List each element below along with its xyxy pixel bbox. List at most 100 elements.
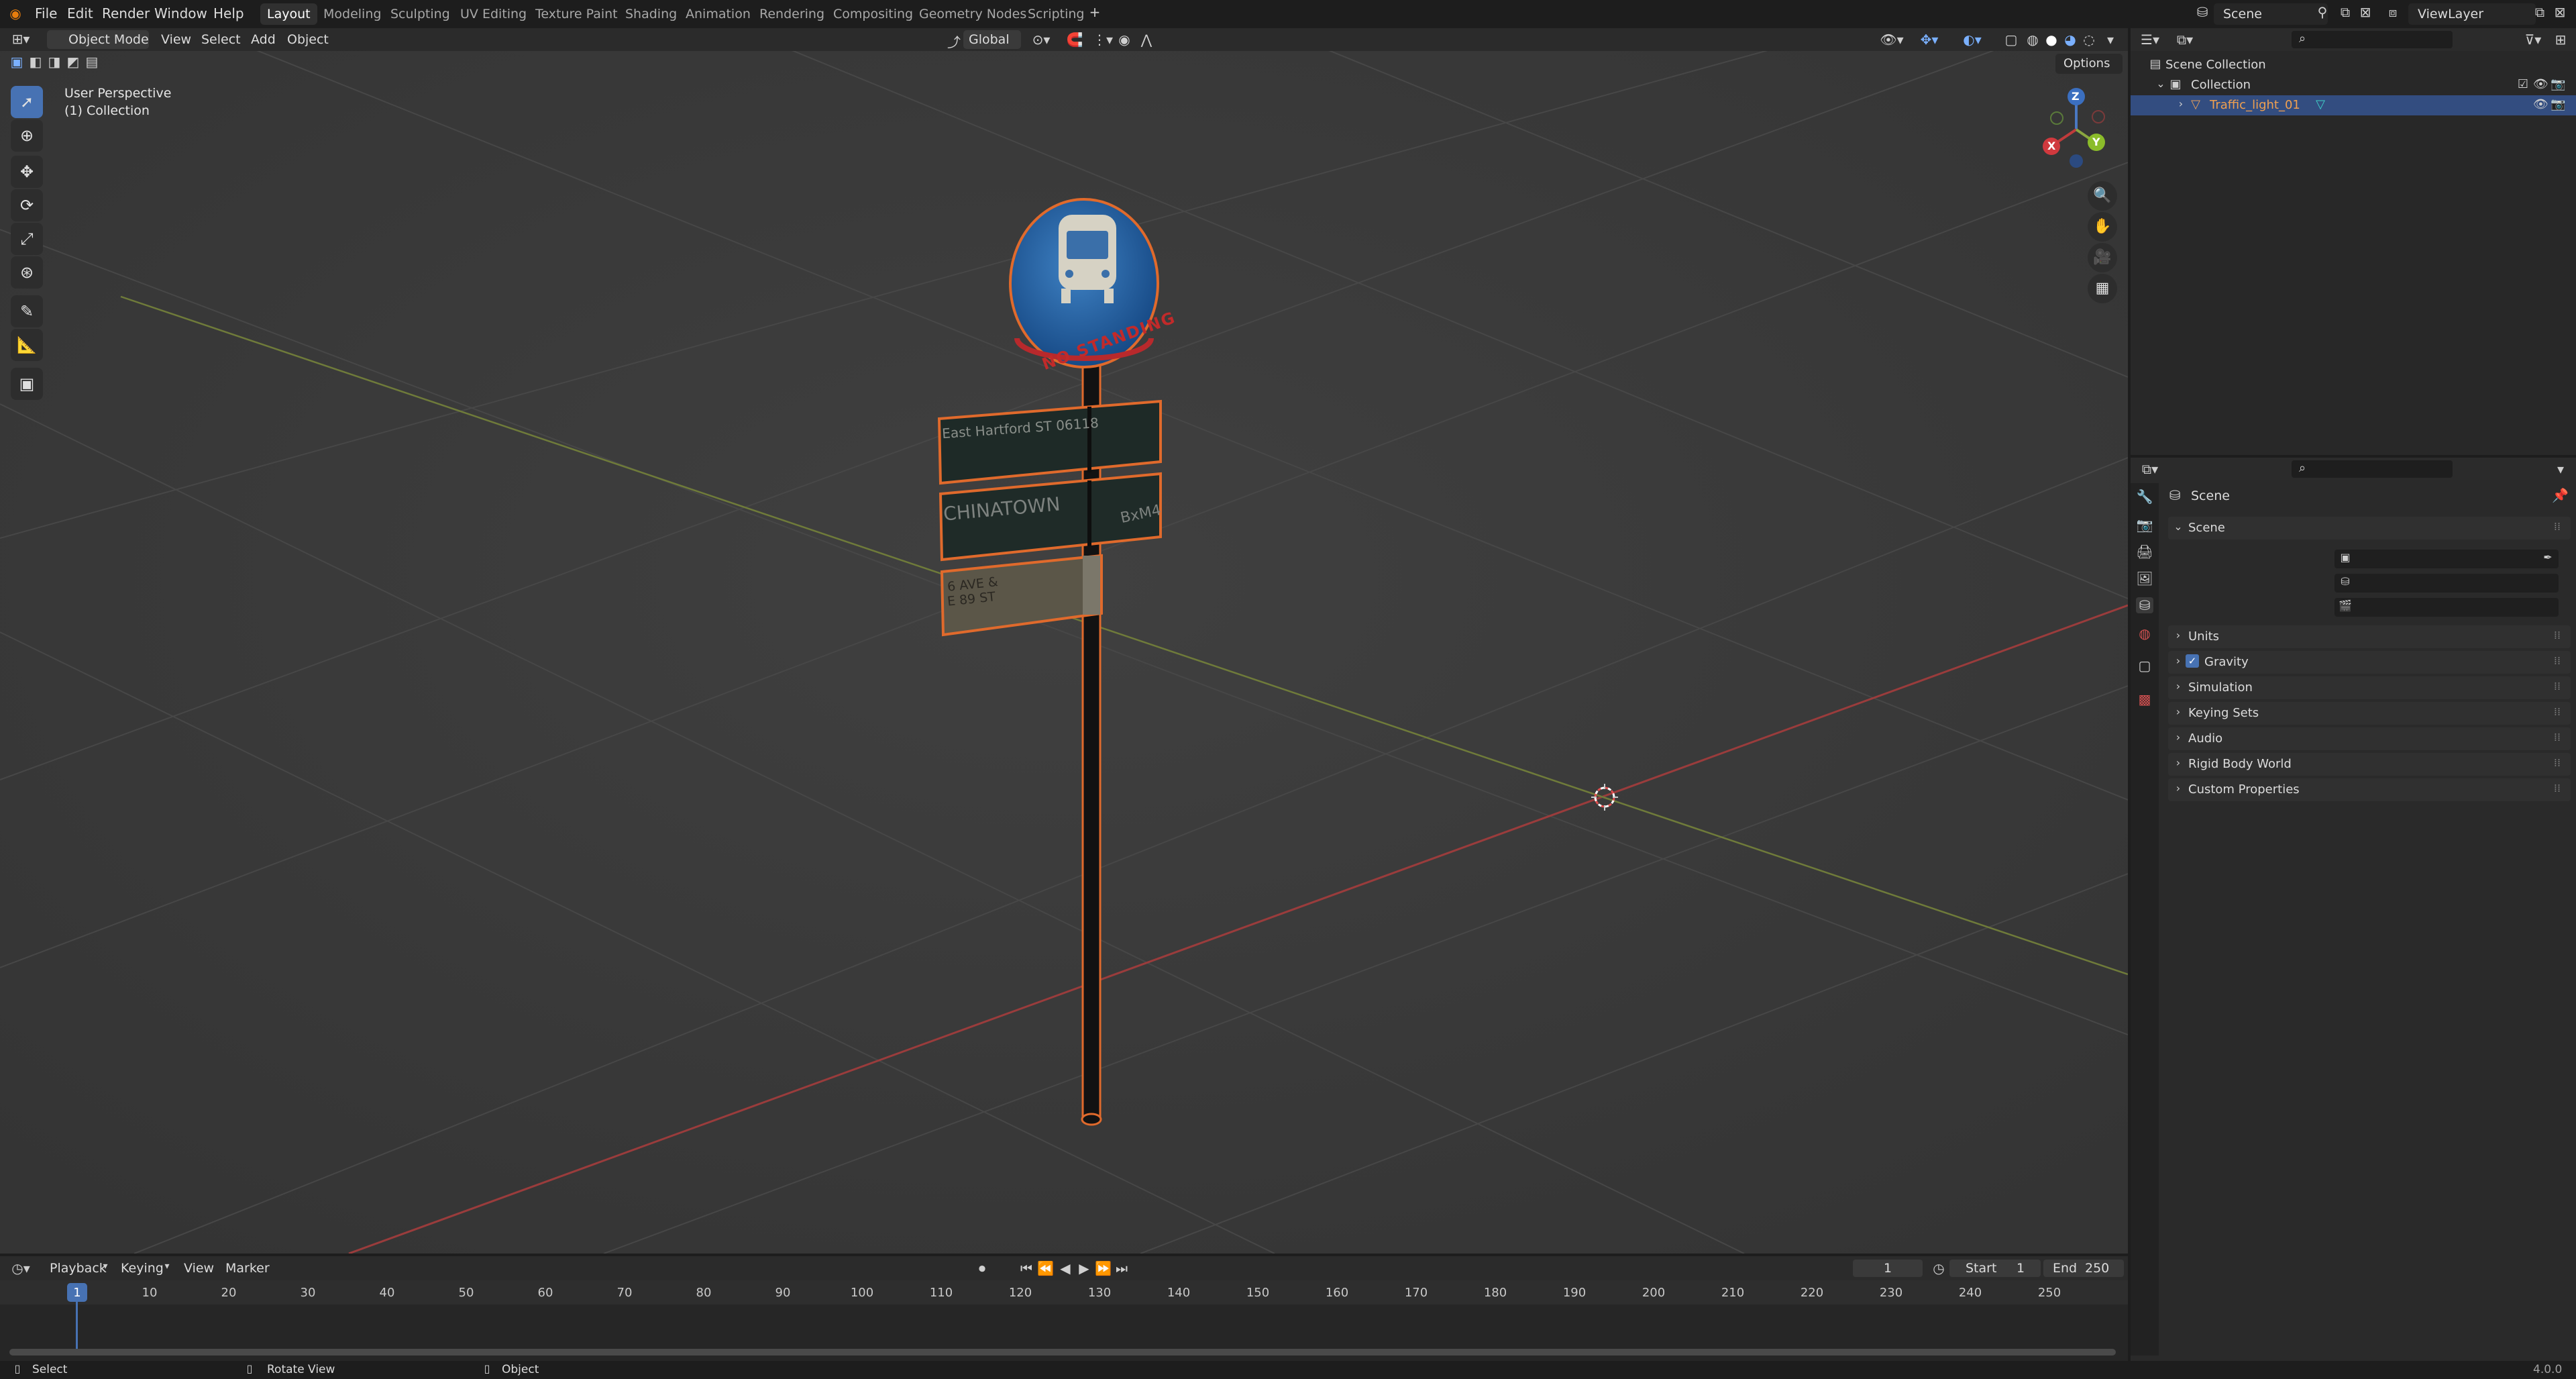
cursor-tool-button[interactable]: ⊕ <box>11 119 43 152</box>
marker-menu[interactable]: Marker <box>225 1261 270 1276</box>
panel-keying-sets[interactable]: › Keying Sets ⁞⁞ <box>2168 702 2571 725</box>
display-mode-icon[interactable]: ⧉▾ <box>2174 32 2196 48</box>
timeline-view-menu[interactable]: View <box>184 1261 214 1276</box>
properties-editor-icon[interactable]: ⧉▾ <box>2139 461 2161 477</box>
snap-target-icon[interactable]: ⋮▾ <box>1089 32 1116 48</box>
select-extend-icon[interactable]: ◧ <box>27 54 44 70</box>
solid-shading-icon[interactable]: ● <box>2043 32 2059 48</box>
camera-field[interactable]: ▣ ✒ <box>2334 550 2559 568</box>
view-layer-tab-icon[interactable]: 🖼 <box>2136 570 2153 586</box>
view-layer-icon[interactable]: ⧈ <box>2383 4 2403 20</box>
tab-layout[interactable]: Layout <box>260 3 317 25</box>
playback-menu[interactable]: Playback <box>50 1261 107 1276</box>
jump-start-icon[interactable]: ⏮ <box>1018 1260 1034 1276</box>
properties-options-icon[interactable]: ▾ <box>2551 461 2571 477</box>
perspective-toggle-button[interactable]: ▦ <box>2088 274 2117 303</box>
outliner-row-collection[interactable]: ⌄ ▣ Collection ☑ 👁 📷 <box>2131 75 2576 95</box>
select-new-icon[interactable]: ▣ <box>8 54 25 70</box>
outliner-search[interactable]: ⌕ <box>2292 31 2453 48</box>
tab-compositing[interactable]: Compositing <box>826 3 920 25</box>
panel-audio[interactable]: › Audio ⁞⁞ <box>2168 727 2571 750</box>
measure-tool-button[interactable]: 📐 <box>11 329 43 361</box>
drag-handle-icon[interactable]: ⁞⁞ <box>2551 520 2564 533</box>
viewport-menu-view[interactable]: View <box>161 32 191 47</box>
gizmo-toggle-icon[interactable]: ✥▾ <box>1916 32 1943 48</box>
orientation-selector[interactable]: Global <box>963 30 1021 49</box>
eyedropper-icon[interactable]: ✒ <box>2541 551 2555 564</box>
pin-icon[interactable]: ⚲ <box>2314 4 2330 20</box>
gravity-checkbox-icon[interactable]: ✓ <box>2186 654 2199 668</box>
scene-section-header[interactable]: ⌄ Scene ⁞⁞ <box>2168 517 2571 540</box>
new-view-layer-icon[interactable]: ⧉ <box>2532 4 2548 20</box>
outliner-editor-icon[interactable]: ☰▾ <box>2139 32 2161 48</box>
select-invert-icon[interactable]: ◩ <box>64 54 82 70</box>
output-tab-icon[interactable]: 🖨 <box>2136 544 2153 560</box>
tab-modeling[interactable]: Modeling <box>317 3 388 25</box>
select-subtract-icon[interactable]: ◨ <box>46 54 63 70</box>
hide-eye-icon[interactable]: 👁 <box>2533 97 2548 111</box>
drag-handle-icon[interactable]: ⁞⁞ <box>2551 680 2564 693</box>
outliner-row-scene-collection[interactable]: ▤ Scene Collection <box>2131 55 2576 75</box>
editor-type-icon[interactable]: ⊞▾ <box>9 31 32 47</box>
panel-custom-properties[interactable]: › Custom Properties ⁞⁞ <box>2168 778 2571 801</box>
play-icon[interactable]: ▶ <box>1076 1260 1092 1276</box>
tool-tab-icon[interactable]: 🔧 <box>2136 489 2153 505</box>
current-frame-field[interactable]: 1 <box>1853 1260 1923 1277</box>
render-tab-icon[interactable]: 📷 <box>2136 517 2153 533</box>
render-camera-icon[interactable]: 📷 <box>2551 97 2565 111</box>
menu-edit[interactable]: Edit <box>67 5 93 21</box>
render-camera-icon[interactable]: 📷 <box>2551 77 2565 91</box>
new-scene-icon[interactable]: ⧉ <box>2337 4 2353 20</box>
tab-scripting[interactable]: Scripting <box>1021 3 1091 25</box>
panel-rigid-body-world[interactable]: › Rigid Body World ⁞⁞ <box>2168 753 2571 776</box>
rendered-shading-icon[interactable]: ◌ <box>2081 32 2097 48</box>
panel-units[interactable]: › Units ⁞⁞ <box>2168 625 2571 648</box>
collection-tab-icon[interactable]: ▢ <box>2136 658 2153 674</box>
end-frame-field[interactable]: End 250 <box>2043 1260 2124 1277</box>
shading-options-icon[interactable]: ▾ <box>2102 32 2118 48</box>
panel-gravity[interactable]: › ✓ Gravity ⁞⁞ <box>2168 651 2571 674</box>
viewport-menu-object[interactable]: Object <box>287 32 329 47</box>
tab-texture-paint[interactable]: Texture Paint <box>529 3 625 25</box>
overlay-toggle-icon[interactable]: ◐▾ <box>1959 32 1986 48</box>
menu-window[interactable]: Window <box>154 5 207 21</box>
rotate-tool-button[interactable]: ⟳ <box>11 189 43 221</box>
tab-sculpting[interactable]: Sculpting <box>384 3 457 25</box>
scene-selector[interactable]: Scene <box>2214 3 2328 25</box>
scene-tab-icon[interactable]: ⛁ <box>2136 597 2153 613</box>
jump-key-back-icon[interactable]: ⏪ <box>1037 1260 1054 1276</box>
snap-icon[interactable]: 🧲 <box>1061 32 1088 48</box>
expand-arrow-icon[interactable]: › <box>2175 97 2187 110</box>
delete-view-layer-icon[interactable]: ⊠ <box>2552 4 2568 20</box>
world-tab-icon[interactable]: ◍ <box>2136 625 2153 642</box>
tab-geometry-nodes[interactable]: Geometry Nodes <box>912 3 1033 25</box>
expand-arrow-icon[interactable]: ⌄ <box>2155 77 2167 90</box>
pivot-icon[interactable]: ⊙▾ <box>1028 32 1055 48</box>
pin-icon[interactable]: 📌 <box>2552 487 2569 503</box>
view-layer-selector[interactable]: ViewLayer <box>2408 3 2536 25</box>
tab-animation[interactable]: Animation <box>679 3 757 25</box>
drag-handle-icon[interactable]: ⁞⁞ <box>2551 756 2564 769</box>
tab-rendering[interactable]: Rendering <box>753 3 831 25</box>
camera-view-button[interactable]: 🎥 <box>2088 243 2117 272</box>
add-cube-tool-button[interactable]: ▣ <box>11 368 43 400</box>
properties-search[interactable]: ⌕ <box>2292 460 2453 478</box>
clock-icon[interactable]: ◷ <box>1931 1260 1947 1276</box>
drag-handle-icon[interactable]: ⁞⁞ <box>2551 782 2564 795</box>
keying-menu[interactable]: Keying <box>121 1261 164 1276</box>
options-button[interactable]: Options <box>2055 54 2123 74</box>
tab-shading[interactable]: Shading <box>619 3 684 25</box>
3d-cursor-icon[interactable] <box>1590 782 1619 812</box>
record-icon[interactable]: ⏺ <box>974 1260 990 1276</box>
pan-view-button[interactable]: ✋ <box>2088 212 2117 242</box>
transform-tool-button[interactable]: ⊛ <box>11 256 43 289</box>
viewport-menu-select[interactable]: Select <box>201 32 241 47</box>
menu-render[interactable]: Render <box>102 5 150 21</box>
select-tool-button[interactable]: ➚ <box>11 86 43 118</box>
scene-icon[interactable]: ⛁ <box>2194 4 2211 20</box>
panel-simulation[interactable]: › Simulation ⁞⁞ <box>2168 676 2571 699</box>
menu-help[interactable]: Help <box>213 5 244 21</box>
drag-handle-icon[interactable]: ⁞⁞ <box>2551 654 2564 667</box>
exclude-checkbox-icon[interactable]: ☑ <box>2516 77 2530 91</box>
visibility-icon[interactable]: 👁▾ <box>1878 32 1905 48</box>
